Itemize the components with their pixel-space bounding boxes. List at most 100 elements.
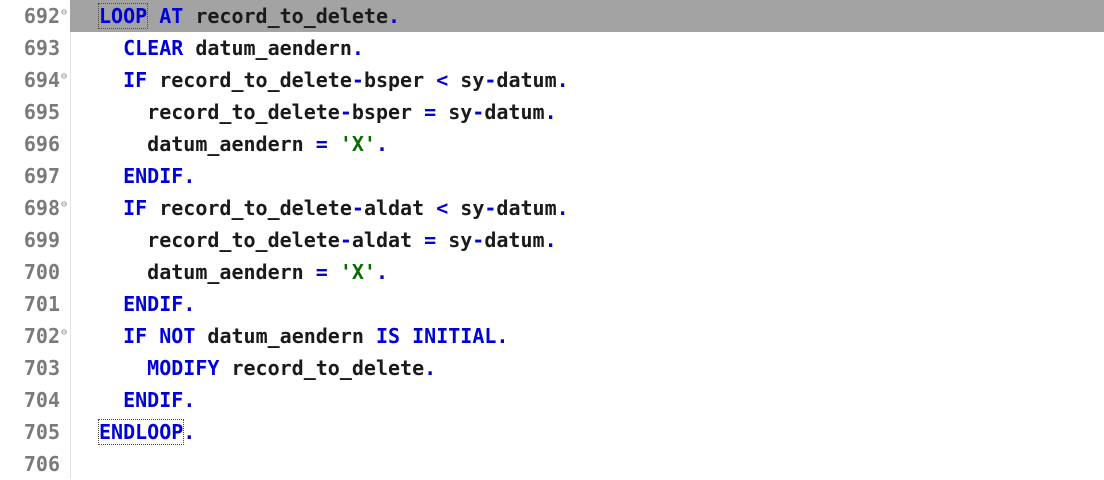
code-line-content[interactable]: IF record_to_delete-bsper < sy-datum. xyxy=(70,64,1104,96)
identifier-token: record_to_delete xyxy=(219,356,425,380)
keyword-token: IF xyxy=(123,68,148,92)
code-line[interactable]: 697 ENDIF. xyxy=(0,160,1104,192)
line-number: 706 xyxy=(23,452,60,476)
code-text: ENDIF. xyxy=(99,160,195,192)
identifier-token: aldat xyxy=(363,196,437,220)
code-line[interactable]: 701 ENDIF. xyxy=(0,288,1104,320)
line-number: 702 xyxy=(23,324,60,348)
code-line-content[interactable]: ENDIF. xyxy=(70,288,1104,320)
identifier-token: record_to_delete xyxy=(183,4,389,28)
line-number: 698 xyxy=(23,196,60,220)
code-line[interactable]: 698 ⊖ IF record_to_delete-aldat < sy-datu… xyxy=(0,192,1104,224)
code-line-content[interactable]: LOOP AT record_to_delete. xyxy=(70,0,1104,32)
line-number: 693 xyxy=(23,36,60,60)
fold-toggle-icon[interactable]: ⊖ xyxy=(59,72,69,82)
operator-token: - xyxy=(484,196,497,220)
operator-token: - xyxy=(339,228,352,252)
keyword-token: IF xyxy=(123,196,148,220)
operator-token: . xyxy=(375,132,389,156)
identifier-token: aldat xyxy=(351,228,425,252)
code-text: IF record_to_delete-bsper < sy-datum. xyxy=(99,64,569,96)
code-line[interactable]: 692 ⊖ LOOP AT record_to_delete. xyxy=(0,0,1104,32)
code-line-content[interactable]: CLEAR datum_aendern. xyxy=(70,32,1104,64)
keyword-token: ENDLOOP xyxy=(97,419,185,445)
code-line[interactable]: 704 ENDIF. xyxy=(0,384,1104,416)
code-line[interactable]: 694 ⊖ IF record_to_delete-bsper < sy-datu… xyxy=(0,64,1104,96)
code-text: ENDIF. xyxy=(99,288,195,320)
operator-token: . xyxy=(388,4,401,28)
code-text: datum_aendern = 'X'. xyxy=(99,128,388,160)
keyword-token: LOOP xyxy=(97,3,149,29)
identifier-token: record_to_delete xyxy=(147,196,352,220)
code-line-content[interactable]: ENDLOOP. xyxy=(70,416,1104,448)
code-line-content[interactable]: MODIFY record_to_delete. xyxy=(70,352,1104,384)
line-number: 696 xyxy=(23,132,60,156)
keyword-token: ENDIF xyxy=(123,164,184,188)
code-line[interactable]: 706 xyxy=(0,448,1104,480)
identifier-token xyxy=(147,324,159,348)
operator-token: - xyxy=(339,100,352,124)
operator-token: . xyxy=(544,228,557,252)
line-number: 703 xyxy=(23,356,60,380)
operator-token: . xyxy=(424,356,437,380)
operator-token: - xyxy=(472,100,485,124)
code-line-content[interactable]: IF NOT datum_aendern IS INITIAL. xyxy=(70,320,1104,352)
code-line-content[interactable]: ENDIF. xyxy=(70,160,1104,192)
code-line-content[interactable] xyxy=(70,448,1104,480)
code-line[interactable]: 696 datum_aendern = 'X'. xyxy=(0,128,1104,160)
code-line[interactable]: 703 MODIFY record_to_delete. xyxy=(0,352,1104,384)
operator-token: - xyxy=(351,68,364,92)
code-text: LOOP AT record_to_delete. xyxy=(97,0,401,32)
code-text: record_to_delete-aldat = sy-datum. xyxy=(99,224,557,256)
operator-token: . xyxy=(496,324,509,348)
code-text: ENDIF. xyxy=(99,384,195,416)
line-number: 697 xyxy=(23,164,60,188)
fold-toggle-icon[interactable]: ⊖ xyxy=(59,8,69,18)
operator-token: . xyxy=(183,420,196,444)
identifier-token xyxy=(328,132,340,156)
line-number: 699 xyxy=(23,228,60,252)
code-line-content[interactable]: IF record_to_delete-aldat < sy-datum. xyxy=(70,192,1104,224)
code-line-content[interactable]: record_to_delete-bsper = sy-datum. xyxy=(70,96,1104,128)
code-line[interactable]: 705 ENDLOOP. xyxy=(0,416,1104,448)
identifier-token: record_to_delete xyxy=(147,100,340,124)
code-line-content[interactable]: datum_aendern = 'X'. xyxy=(70,128,1104,160)
code-line[interactable]: 702 ⊖ IF NOT datum_aendern IS INITIAL. xyxy=(0,320,1104,352)
fold-toggle-icon[interactable]: ⊖ xyxy=(59,200,69,210)
code-line-content[interactable]: record_to_delete-aldat = sy-datum. xyxy=(70,224,1104,256)
code-text: IF record_to_delete-aldat < sy-datum. xyxy=(99,192,569,224)
code-line[interactable]: 700 datum_aendern = 'X'. xyxy=(0,256,1104,288)
identifier-token: datum xyxy=(496,68,557,92)
code-line-content[interactable]: ENDIF. xyxy=(70,384,1104,416)
operator-token: - xyxy=(351,196,364,220)
operator-token: . xyxy=(183,292,196,316)
code-line-content[interactable]: datum_aendern = 'X'. xyxy=(70,256,1104,288)
operator-token: = xyxy=(315,132,328,156)
code-text: ENDLOOP. xyxy=(97,416,196,448)
string-literal: 'X' xyxy=(339,260,376,284)
identifier-token xyxy=(400,324,412,348)
code-text: record_to_delete-bsper = sy-datum. xyxy=(99,96,556,128)
string-literal: 'X' xyxy=(339,132,376,156)
identifier-token: sy xyxy=(436,100,473,124)
code-line[interactable]: 693 CLEAR datum_aendern. xyxy=(0,32,1104,64)
keyword-token: INITIAL xyxy=(412,324,497,348)
keyword-token: NOT xyxy=(159,324,196,348)
operator-token: - xyxy=(484,68,497,92)
identifier-token: datum_aendern xyxy=(195,324,376,348)
fold-toggle-icon[interactable]: ⊖ xyxy=(59,328,69,338)
operator-token: = xyxy=(315,260,328,284)
line-number: 695 xyxy=(23,100,60,124)
code-editor[interactable]: 692 ⊖ LOOP AT record_to_delete. 693 CLEAR d… xyxy=(0,0,1104,479)
identifier-token: datum xyxy=(484,228,545,252)
operator-token: < xyxy=(436,196,449,220)
code-line[interactable]: 699 record_to_delete-aldat = sy-datum. xyxy=(0,224,1104,256)
code-line[interactable]: 695 record_to_delete-bsper = sy-datum. xyxy=(0,96,1104,128)
identifier-token: datum_aendern xyxy=(147,132,316,156)
